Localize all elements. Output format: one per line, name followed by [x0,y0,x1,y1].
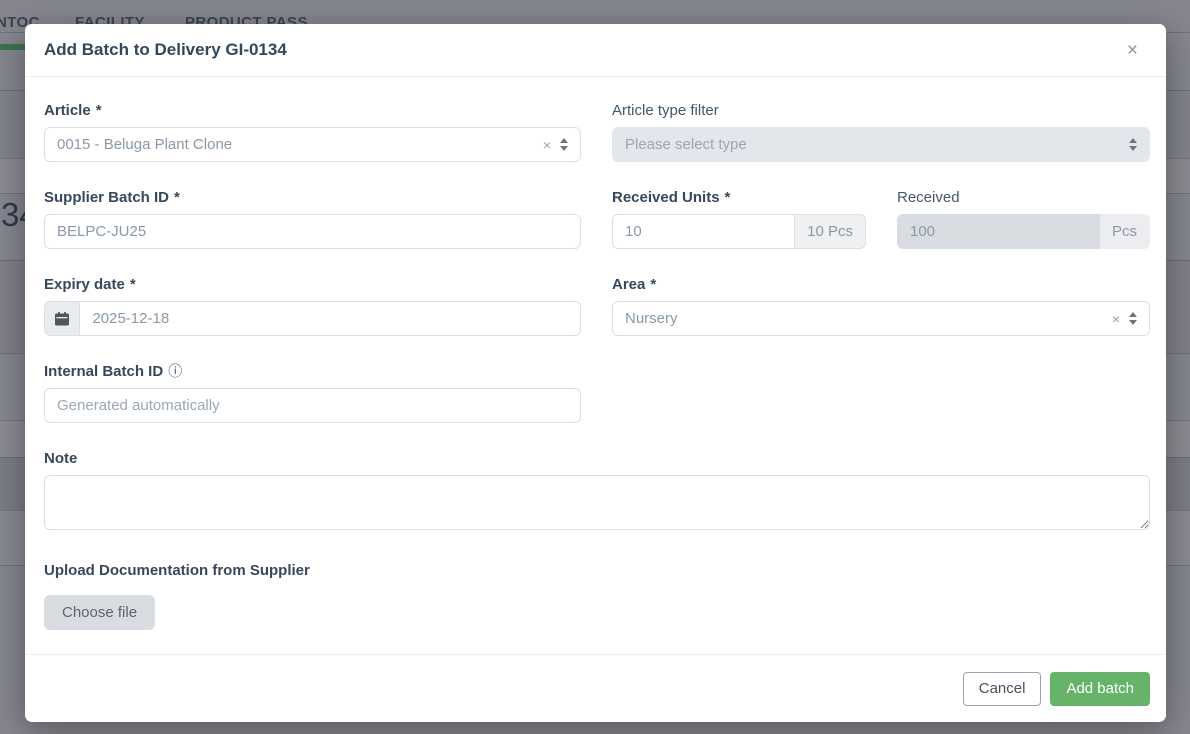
internal-batch-id-label: Internal Batch ID ⓘ [44,362,581,381]
expiry-date-label: Expiry date * [44,275,581,294]
article-label: Article * [44,101,581,120]
add-batch-button[interactable]: Add batch [1050,672,1150,706]
area-select[interactable]: Nursery × [612,301,1150,336]
internal-batch-id-input[interactable] [44,388,581,423]
supplier-batch-id-label: Supplier Batch ID * [44,188,581,207]
received-units-label: Received Units * [612,188,866,207]
sort-arrows-icon [560,138,568,151]
calendar-icon[interactable] [44,301,79,336]
modal-title: Add Batch to Delivery GI-0134 [44,40,287,60]
clear-icon[interactable]: × [1112,311,1120,327]
note-label: Note [44,449,1150,468]
supplier-batch-id-input[interactable] [44,214,581,249]
modal-body: Article * 0015 - Beluga Plant Clone × Ar… [25,77,1166,654]
article-type-filter-label: Article type filter [612,101,1150,120]
required-marker: * [650,275,656,294]
modal-header: Add Batch to Delivery GI-0134 × [25,24,1166,77]
required-marker: * [96,101,102,120]
article-type-filter-select[interactable]: Please select type [612,127,1150,162]
close-icon[interactable]: × [1123,37,1142,64]
received-label: Received [897,188,1150,207]
received-units-input[interactable] [612,214,795,249]
add-batch-modal: Add Batch to Delivery GI-0134 × Article … [25,24,1166,722]
received-addon: Pcs [1100,214,1150,249]
required-marker: * [130,275,136,294]
cancel-button[interactable]: Cancel [963,672,1042,706]
upload-documentation-label: Upload Documentation from Supplier [44,561,1150,580]
area-label: Area * [612,275,1150,294]
sort-arrows-icon [1129,312,1137,325]
sort-arrows-icon [1129,138,1137,151]
required-marker: * [725,188,731,207]
choose-file-button[interactable]: Choose file [44,595,155,630]
article-select-value: 0015 - Beluga Plant Clone [57,136,543,153]
info-icon[interactable]: ⓘ [168,362,182,381]
received-input [897,214,1100,249]
expiry-date-input[interactable] [79,301,581,336]
modal-footer: Cancel Add batch [25,654,1166,722]
received-units-addon: 10 Pcs [795,214,866,249]
area-select-value: Nursery [625,310,1112,327]
article-select[interactable]: 0015 - Beluga Plant Clone × [44,127,581,162]
note-textarea[interactable] [44,475,1150,530]
article-type-filter-placeholder: Please select type [625,136,1129,153]
clear-icon[interactable]: × [543,137,551,153]
required-marker: * [174,188,180,207]
